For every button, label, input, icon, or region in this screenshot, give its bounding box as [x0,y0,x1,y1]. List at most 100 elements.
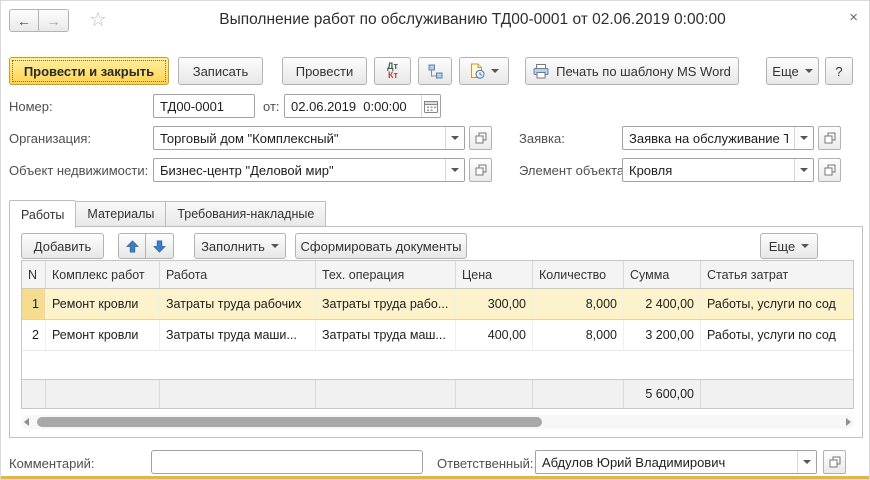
add-row-button[interactable]: Добавить [21,233,104,259]
table-cell[interactable]: 8,000 [533,289,624,319]
property-object-label: Объект недвижимости: [9,163,148,178]
show-postings-button[interactable]: ДтКт [374,57,411,85]
column-header[interactable]: Количество [533,261,624,288]
responsible-input[interactable] [536,455,797,470]
document-form-window: ← → ☆ Выполнение работ по обслуживанию Т… [0,0,870,480]
open-in-window-icon [824,164,836,176]
table-cell[interactable]: Затраты труда рабо... [316,289,456,319]
form-bottom-accent [1,476,869,479]
column-header[interactable]: Комплекс работ [46,261,160,288]
fill-button[interactable]: Заполнить [194,233,286,259]
dropdown-icon[interactable] [445,159,464,181]
works-tab-panel: Добавить Заполнить Сформировать документ… [9,226,863,438]
request-input[interactable] [623,131,794,146]
object-element-input[interactable] [623,163,794,178]
tab-materials[interactable]: Материалы [76,201,166,227]
dropdown-icon[interactable] [794,127,813,149]
table-cell[interactable]: 1 [22,289,46,319]
request-open-button[interactable] [818,126,841,150]
column-header[interactable]: Цена [456,261,533,288]
table-cell[interactable]: Ремонт кровли [46,320,160,350]
table-cell[interactable]: 400,00 [456,320,533,350]
table-cell[interactable]: 8,000 [533,320,624,350]
document-structure-button[interactable] [418,57,452,85]
organization-open-button[interactable] [469,126,492,150]
table-row[interactable]: 2 Ремонт кровли Затраты труда маши... За… [22,320,853,351]
structure-icon [427,64,443,79]
open-in-window-icon [475,132,487,144]
request-label: Заявка: [519,131,565,146]
column-header[interactable]: Статья затрат [701,261,853,288]
number-field[interactable] [153,94,255,118]
table-cell[interactable]: Ремонт кровли [46,289,160,319]
more-button-top[interactable]: Еще [766,57,819,85]
move-row-up-button[interactable] [118,233,146,259]
property-object-field[interactable] [153,158,465,182]
table-row-selected[interactable]: 1 Ремонт кровли Затраты труда рабочих За… [22,289,853,320]
table-cell[interactable]: Работы, услуги по сод [701,320,853,350]
organization-input[interactable] [154,131,445,146]
responsible-field[interactable] [535,450,817,474]
responsible-open-button[interactable] [823,450,846,474]
table-empty-area [22,351,853,379]
element-open-button[interactable] [818,158,841,182]
number-label: Номер: [9,99,53,114]
more-button-grid[interactable]: Еще [760,233,818,259]
table-cell[interactable]: 2 400,00 [624,289,701,319]
move-row-down-button[interactable] [146,233,174,259]
column-header[interactable]: Тех. операция [316,261,456,288]
generate-documents-button[interactable]: Сформировать документы [295,233,467,259]
help-button[interactable]: ? [825,57,853,85]
scrollbar-thumb[interactable] [37,417,542,427]
post-button[interactable]: Провести [282,57,367,85]
comment-input[interactable] [152,455,422,470]
dropdown-icon[interactable] [797,451,816,473]
scroll-left-icon[interactable] [24,418,29,426]
dtkt-icon: ДтКт [387,62,398,80]
table-cell[interactable]: 300,00 [456,289,533,319]
save-button[interactable]: Записать [178,57,263,85]
property-object-input[interactable] [154,163,445,178]
column-header[interactable]: N [22,261,46,288]
favorite-star-icon[interactable]: ☆ [89,9,107,31]
back-button[interactable]: ← [9,9,39,32]
table-cell[interactable]: 3 200,00 [624,320,701,350]
column-header[interactable]: Сумма [624,261,701,288]
forward-button[interactable]: → [39,9,69,32]
scroll-right-icon[interactable] [846,418,851,426]
close-icon[interactable]: × [849,9,858,26]
chevron-down-icon [271,244,279,248]
property-open-button[interactable] [469,158,492,182]
table-cell[interactable]: Затраты труда рабочих [160,289,316,319]
table-cell[interactable]: Затраты труда маш... [316,320,456,350]
dropdown-icon[interactable] [445,127,464,149]
table-header-row: N Комплекс работ Работа Тех. операция Це… [22,261,853,289]
date-field[interactable] [284,94,441,118]
object-element-field[interactable] [622,158,814,182]
comment-field[interactable] [151,450,423,474]
page-title: Выполнение работ по обслуживанию ТД00-00… [121,11,824,29]
print-ms-word-button[interactable]: Печать по шаблону MS Word [525,57,739,85]
chevron-down-icon [491,69,499,73]
post-and-close-button[interactable]: Провести и закрыть [9,57,169,85]
horizontal-scrollbar[interactable] [21,415,854,429]
document-clock-icon [469,63,485,79]
column-header[interactable]: Работа [160,261,316,288]
date-input[interactable] [285,99,421,114]
open-in-window-icon [475,164,487,176]
number-input[interactable] [154,99,254,114]
tab-demands[interactable]: Требования-накладные [166,201,326,227]
comment-label: Комментарий: [9,456,95,471]
calendar-icon[interactable] [421,95,440,117]
table-cell[interactable]: Затраты труда маши... [160,320,316,350]
request-field[interactable] [622,126,814,150]
arrow-down-icon [153,240,166,253]
dropdown-icon[interactable] [794,159,813,181]
table-totals-row: 5 600,00 [22,379,853,408]
create-based-on-button[interactable] [459,57,509,85]
date-label: от: [263,99,280,114]
organization-field[interactable] [153,126,465,150]
table-cell[interactable]: 2 [22,320,46,350]
tab-works[interactable]: Работы [9,200,76,228]
table-cell[interactable]: Работы, услуги по сод [701,289,853,319]
